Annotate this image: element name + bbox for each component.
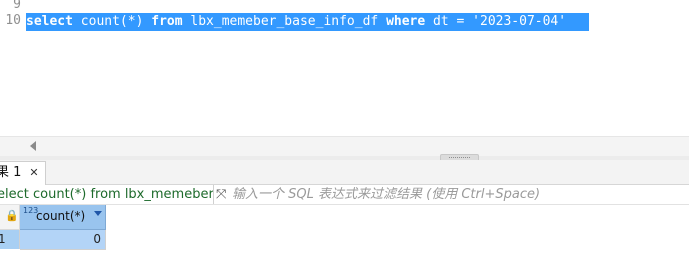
tab-results-1[interactable]: 果 1 ✕ (0, 161, 46, 185)
tab-label: 果 1 (0, 165, 22, 180)
grid-corner[interactable]: 🔒 (0, 205, 20, 230)
filter-bar: elect count(*) from lbx_memeber_base_inf… (0, 185, 689, 205)
sql-keyword-from: from (151, 14, 183, 29)
horizontal-scrollbar[interactable] (0, 136, 689, 157)
line-number-gutter: 9 10 (0, 0, 24, 135)
close-icon[interactable]: ✕ (29, 166, 38, 179)
table-cell[interactable]: 0 (20, 230, 106, 250)
result-grid: 🔒 123 count(*) 1 0 (0, 205, 689, 258)
column-header-label: count(*) (36, 209, 86, 223)
scroll-left-arrow-icon[interactable] (30, 141, 36, 151)
sql-keyword-select: select (26, 14, 73, 29)
sql-function: count(*) (72, 14, 152, 29)
filter-input[interactable] (232, 185, 682, 204)
row-number: 1 (0, 232, 6, 246)
column-header-count[interactable]: 123 count(*) (20, 205, 106, 230)
sql-keyword-where: where (386, 14, 426, 29)
results-tabstrip (0, 160, 689, 185)
sql-table-name: lbx_memeber_base_info_df (182, 14, 387, 29)
cell-value: 0 (93, 232, 101, 246)
sort-dropdown-icon[interactable] (94, 211, 102, 216)
lock-icon: 🔒 (5, 209, 19, 222)
result-query-text: elect count(*) from lbx_memeber_base_inf… (0, 185, 214, 204)
expand-icon[interactable]: ⤧ (216, 186, 226, 203)
sql-editor[interactable]: 9 10 select count(*) from lbx_memeber_ba… (0, 0, 689, 135)
sql-condition: dt = '2023-07-04' (425, 14, 567, 29)
selected-sql-line[interactable]: select count(*) from lbx_memeber_base_in… (26, 13, 589, 31)
row-header[interactable]: 1 (0, 230, 20, 249)
line-number: 10 (5, 13, 21, 28)
line-number: 9 (13, 0, 21, 12)
